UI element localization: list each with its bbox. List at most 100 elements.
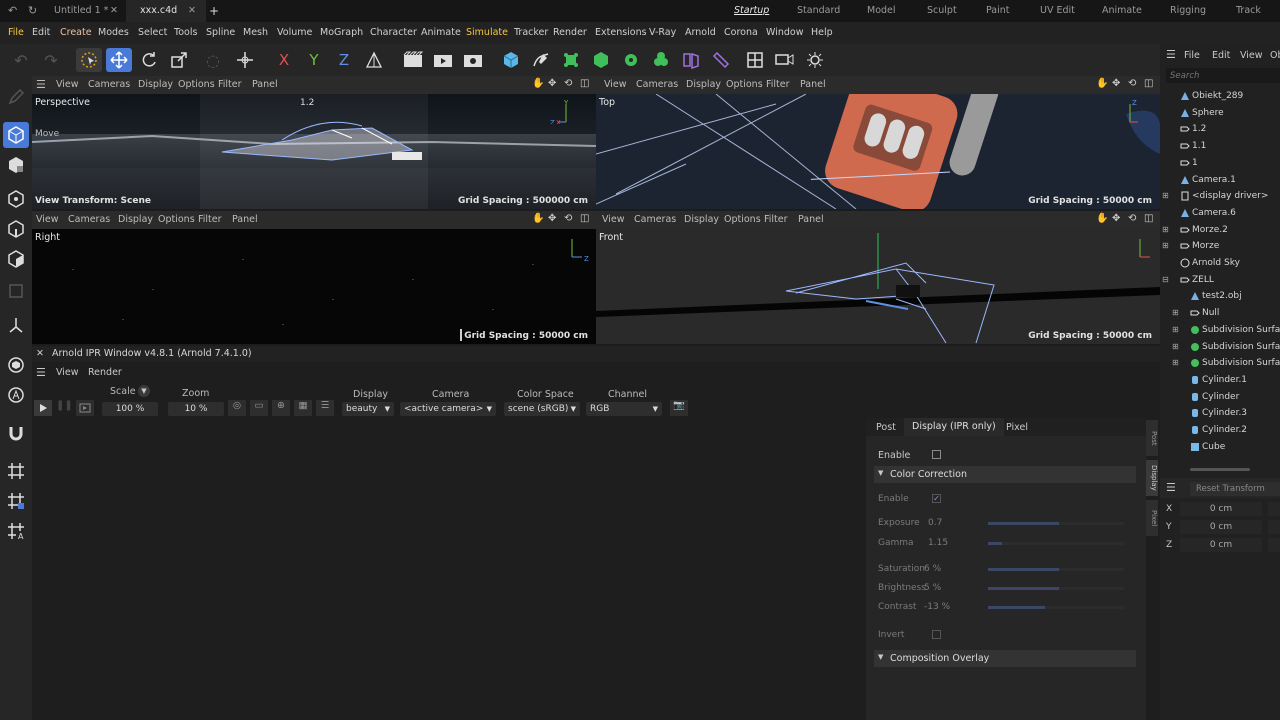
solo-mode-icon[interactable] (3, 352, 29, 378)
render-picture-viewer-icon[interactable] (430, 48, 456, 72)
camera-dropdown[interactable]: <active camera> ▼ (400, 402, 496, 416)
spline-pen-icon[interactable] (528, 48, 554, 72)
ipr-menu-render[interactable]: Render (88, 367, 122, 378)
om-search-input[interactable] (1166, 68, 1280, 83)
deformer-icon[interactable] (678, 48, 704, 72)
axis-mode-icon[interactable] (3, 312, 29, 338)
maximize-viewport-icon[interactable]: ◫ (1144, 78, 1153, 89)
tab-display-ipr[interactable]: Display (IPR only) (904, 418, 1004, 436)
layout-tab-standard[interactable]: Standard (797, 0, 840, 22)
scale-value-field[interactable]: 100 % (102, 402, 158, 416)
param-value[interactable]: 5 % (924, 583, 941, 593)
close-tab-icon[interactable]: ✕ (188, 0, 196, 22)
viewport-menu-options[interactable]: Options (178, 76, 215, 94)
viewport-menu-panel[interactable]: Panel (252, 76, 278, 94)
cc-enable-checkbox[interactable]: ✓ (932, 494, 941, 503)
x-axis-lock-button[interactable]: X (271, 48, 297, 72)
close-tab-icon[interactable]: ✕ (110, 0, 118, 22)
menu-v-ray[interactable]: V-Ray (649, 22, 676, 44)
add-tab-button[interactable]: + (209, 0, 219, 22)
right-viewport[interactable]: Right Grid Spacing : 50000 cm Z (32, 229, 596, 344)
om-menu-object[interactable]: Ob (1270, 50, 1280, 61)
list-item[interactable]: Obiekt_289 (1160, 88, 1280, 105)
viewport-menu-filter[interactable]: Filter (764, 211, 788, 229)
list-item[interactable]: ⊞ Subdivision Surface (1160, 322, 1280, 339)
menu-render[interactable]: Render (553, 22, 587, 44)
invert-checkbox[interactable] (932, 630, 941, 639)
redo-icon[interactable]: ↷ (38, 48, 64, 72)
rotate-tool-icon[interactable] (136, 48, 162, 72)
layout-tab-sculpt[interactable]: Sculpt (927, 0, 957, 22)
tab-post[interactable]: Post (876, 422, 896, 433)
list-item[interactable]: ⊞ Morze (1160, 238, 1280, 255)
orbit-icon[interactable]: ⟲ (564, 213, 572, 224)
viewport-menu-panel[interactable]: Panel (232, 211, 258, 229)
undo-icon[interactable]: ↶ (8, 48, 34, 72)
list-item[interactable]: Cylinder (1160, 389, 1280, 406)
display-dropdown[interactable]: beauty ▼ (342, 402, 394, 416)
snap-magnet-icon[interactable] (3, 420, 29, 446)
layout-tab-startup[interactable]: Startup (734, 0, 769, 22)
menu-corona[interactable]: Corona (724, 22, 758, 44)
viewport-menu-cameras[interactable]: Cameras (634, 211, 676, 229)
globe-icon[interactable]: ⊕ (272, 400, 290, 416)
perspective-viewport[interactable]: Perspective Move 1.2 View Transform: Sce… (32, 94, 596, 209)
dolly-icon[interactable]: ✥ (548, 78, 556, 89)
viewport-menu-options[interactable]: Options (158, 211, 195, 229)
side-tab-post[interactable]: Post (1146, 420, 1158, 456)
extrude-generator-icon[interactable] (588, 48, 614, 72)
composition-overlay-header[interactable]: ▼ Composition Overlay (874, 650, 1136, 667)
workplane-axis-icon[interactable]: A (3, 518, 29, 544)
layout-tab-rigging[interactable]: Rigging (1170, 0, 1206, 22)
menu-file[interactable]: File (8, 22, 24, 44)
param-slider[interactable] (988, 568, 1124, 571)
list-item[interactable]: Sphere (1160, 105, 1280, 122)
list-item[interactable]: Arnold Sky (1160, 255, 1280, 272)
pan-icon[interactable]: ✋ (1096, 213, 1108, 224)
channel-dropdown[interactable]: RGB ▼ (586, 402, 662, 416)
viewport-menu-view[interactable]: View (604, 76, 627, 94)
play-render-button[interactable] (34, 400, 52, 416)
menu-extensions[interactable]: Extensions (595, 22, 647, 44)
menu-simulate[interactable]: Simulate (466, 22, 508, 44)
layout-tab-uv-edit[interactable]: UV Edit (1040, 0, 1075, 22)
boole-icon[interactable] (648, 48, 674, 72)
expand-icon[interactable]: ⊞ (1172, 339, 1179, 356)
cube-object-icon[interactable] (498, 48, 524, 72)
side-tab-pixel[interactable]: Pixel (1146, 500, 1158, 536)
viewport-menu-display[interactable]: Display (686, 76, 721, 94)
y-axis-lock-button[interactable]: Y (301, 48, 327, 72)
edit-pen-icon[interactable] (3, 84, 29, 110)
grid-overlay-icon[interactable]: ▦ (294, 400, 312, 416)
subdivision-generator-icon[interactable] (558, 48, 584, 72)
workplane-lock-icon[interactable] (3, 488, 29, 514)
coord-value-field[interactable]: 0 cm (1180, 538, 1262, 552)
tab-current-file[interactable]: xxx.c4d ✕ (126, 0, 206, 22)
viewport-menu-display[interactable]: Display (684, 211, 719, 229)
pan-icon[interactable]: ✋ (1096, 78, 1108, 89)
menu-select[interactable]: Select (138, 22, 167, 44)
workplane-icon[interactable] (3, 458, 29, 484)
menu-arnold[interactable]: Arnold (685, 22, 716, 44)
tab-untitled[interactable]: Untitled 1 * (54, 0, 108, 22)
layout-tab-model[interactable]: Model (867, 0, 896, 22)
list-item[interactable]: ⊞ Morze.2 (1160, 222, 1280, 239)
zoom-value-field[interactable]: 10 % (168, 402, 224, 416)
om-menu-view[interactable]: View (1240, 50, 1263, 61)
stop-render-icon[interactable]: ❚❚ (56, 400, 73, 416)
transform-all-icon[interactable] (232, 48, 258, 72)
enable-checkbox[interactable] (932, 450, 941, 459)
viewport-menu-cameras[interactable]: Cameras (636, 76, 678, 94)
list-item[interactable]: 1.1 (1160, 138, 1280, 155)
maximize-viewport-icon[interactable]: ◫ (580, 213, 589, 224)
layout-tab-paint[interactable]: Paint (986, 0, 1010, 22)
viewport-menu-display[interactable]: Display (118, 211, 153, 229)
viewport-menu-options[interactable]: Options (724, 211, 761, 229)
scale-tool-icon[interactable] (166, 48, 192, 72)
maximize-viewport-icon[interactable]: ◫ (1144, 213, 1153, 224)
top-viewport[interactable]: Top Grid Spacing : 50000 cm Z (596, 94, 1160, 209)
snapshot-icon[interactable]: ◎ (228, 400, 246, 416)
viewport-menu-filter[interactable]: Filter (766, 76, 790, 94)
menu-create[interactable]: Create (60, 22, 92, 44)
move-tool-icon[interactable] (106, 48, 132, 72)
